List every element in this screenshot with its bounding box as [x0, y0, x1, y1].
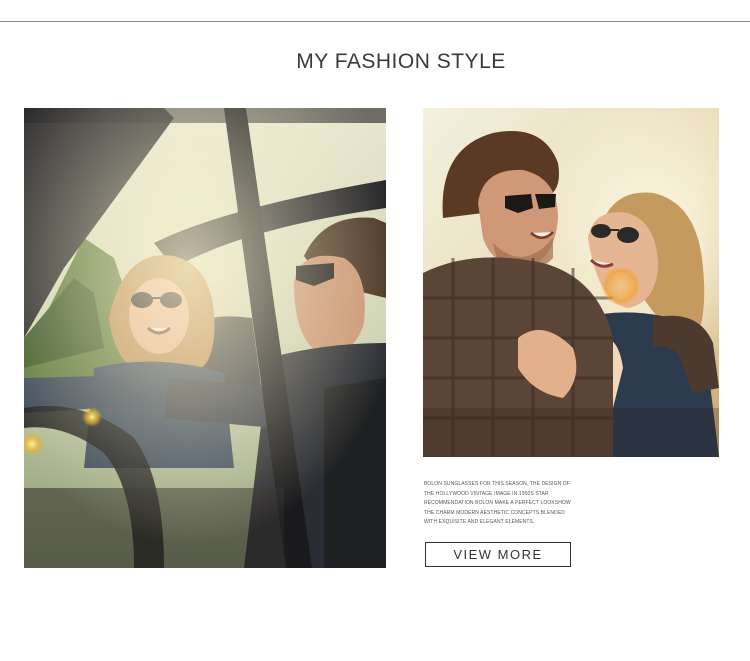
page-title: MY FASHION STYLE [296, 50, 506, 73]
photo-couple-in-car [24, 108, 386, 568]
photo-couple-in-car-image [24, 108, 386, 568]
photo-couple-embracing [423, 108, 719, 457]
photo-couple-embracing-image [423, 108, 719, 457]
promo-description: BOLON SUNGLASSES FOR THIS SEASON, THE DE… [424, 481, 571, 525]
view-more-button[interactable]: VIEW MORE [425, 542, 571, 567]
top-divider [0, 21, 750, 22]
